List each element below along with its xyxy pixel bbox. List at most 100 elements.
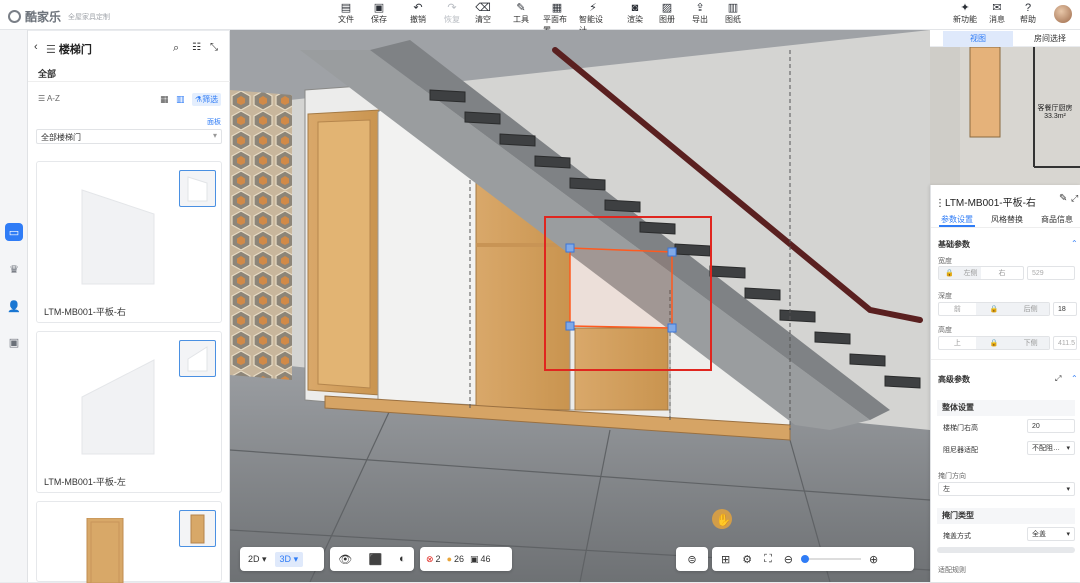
chevron-up-icon[interactable]: ⌃ (1071, 239, 1078, 248)
resize-handle[interactable] (667, 323, 677, 333)
grid-view-icon[interactable]: ▦ (160, 94, 169, 105)
height-bottom-option[interactable]: 🔒 下侧 (975, 337, 1049, 349)
toolbar-label: 图纸 (725, 15, 741, 24)
render-button[interactable]: ◙ 渲染 (621, 3, 649, 25)
cube-icon[interactable]: ⬛ (369, 553, 383, 566)
drawing-button[interactable]: ▥ 图纸 (719, 3, 747, 25)
zoom-out-icon[interactable]: ⊖ (784, 553, 793, 566)
toggle-icon[interactable]: ⊜ (687, 553, 696, 566)
mode-2d-button[interactable]: 2D ▾ (248, 554, 267, 565)
filter-list-icon[interactable]: ☷ (192, 42, 201, 53)
chevron-down-icon: ▾ (212, 131, 217, 140)
expand-icon[interactable]: ⤢ (1071, 193, 1078, 204)
error-icon[interactable]: ⊗ (426, 554, 434, 565)
toolbar-label: 渲染 (627, 15, 643, 24)
add-view-icon[interactable]: ⊞ (721, 553, 730, 566)
export-button[interactable]: ⇪ 导出 (686, 3, 714, 25)
category-all[interactable]: 全部 (38, 67, 56, 80)
width-label: 宽度 (938, 258, 952, 265)
item-thumb[interactable] (179, 340, 216, 377)
chevron-up-icon[interactable]: ⌃ (1071, 374, 1078, 383)
panel-tag[interactable]: 面板 (207, 117, 221, 127)
properties-title-text: LTM-MB001-平板-右 (945, 198, 1036, 209)
sort-button[interactable]: ☰ A-Z (38, 94, 60, 103)
tab-style[interactable]: 风格替换 (991, 214, 1023, 225)
minimap[interactable]: 客餐厅厨房 33.3m² (930, 47, 1080, 185)
expand-params-icon[interactable]: ⤢ (1055, 374, 1061, 384)
depth-segment[interactable]: 前 🔒 后侧 (938, 302, 1050, 316)
height-label: 高度 (938, 327, 952, 334)
list-item[interactable]: LTM-MB001-平板-右 (36, 161, 222, 323)
mode-3d-button[interactable]: 3D ▾ (274, 551, 304, 567)
scene-canvas[interactable]: ✋ (230, 30, 930, 582)
rail-cabinet-icon[interactable]: ▭ (5, 223, 23, 241)
depth-back-option[interactable]: 🔒 后侧 (975, 303, 1049, 315)
tab-room-select[interactable]: 房间选择 (1020, 31, 1080, 47)
cover-mode-select[interactable]: 全盖 ▾ (1027, 527, 1075, 541)
undo-button[interactable]: ↶ 撤销 (404, 3, 432, 25)
save-button[interactable]: ▣ 保存 (365, 3, 393, 25)
resize-handle[interactable] (667, 247, 677, 257)
tab-view[interactable]: 视图 (943, 31, 1013, 47)
zoom-in-icon[interactable]: ⊕ (869, 553, 878, 566)
rail-user-icon[interactable]: 👤 (5, 297, 23, 315)
status-bar: ⊗ 2 ● 26 ▣ 46 (420, 547, 512, 571)
rail-crown-icon[interactable]: ♛ (5, 260, 23, 278)
resize-handle[interactable] (565, 321, 575, 331)
avatar[interactable] (1054, 5, 1072, 23)
overall-settings-heading: 整体设置 (937, 400, 1075, 416)
album-button[interactable]: ▨ 图册 (653, 3, 681, 25)
help-button[interactable]: ? 帮助 (1014, 3, 1042, 25)
new-feature-button[interactable]: ✦ 新功能 (951, 3, 979, 25)
catalog-panel: ‹ ☰ 楼梯门 ⌕ ☷ ⤡ 全部 ☰ A-Z ▦ ▥ ⚗筛选 面板 全部楼梯门 … (28, 31, 230, 583)
list-view-icon[interactable]: ▥ (176, 94, 185, 105)
stair-match-select[interactable]: 不配阻… ▾ (1027, 441, 1075, 455)
list-count-icon[interactable]: ▣ (470, 554, 479, 565)
depth-input[interactable]: 18 (1053, 302, 1077, 316)
collapse-icon[interactable]: ⤡ (210, 42, 218, 53)
back-icon[interactable]: ‹ (34, 41, 38, 53)
width-segment[interactable]: 🔒 左侧 右 (938, 266, 1024, 280)
rail-bus-icon[interactable]: ▣ (5, 333, 23, 351)
toolbar-label: 文件 (338, 15, 354, 24)
width-input[interactable]: 529 (1027, 266, 1075, 280)
cover-mode-value: 全盖 (1032, 531, 1046, 538)
zoom-thumb[interactable] (801, 555, 810, 563)
list-item[interactable]: LTM-MB001-平板-左 (36, 331, 222, 493)
warning-icon[interactable]: ● (447, 554, 452, 564)
category-dropdown[interactable]: 全部楼梯门 ▾ (36, 129, 222, 144)
search-icon[interactable]: ⌕ (173, 42, 179, 55)
message-button[interactable]: ✉ 消息 (983, 3, 1011, 25)
message-icon: ✉ (992, 2, 1002, 14)
resize-handle[interactable] (565, 243, 575, 253)
eye-icon[interactable]: 👁 (338, 553, 352, 566)
depth-front-option[interactable]: 前 (939, 303, 976, 315)
height-top-option[interactable]: 上 (939, 337, 976, 349)
3d-viewport[interactable]: ✋ (230, 30, 930, 582)
edit-icon[interactable]: ✎ (1059, 193, 1067, 204)
door-right-height-input[interactable]: 20 (1027, 419, 1075, 433)
item-thumb[interactable] (179, 170, 216, 207)
zoom-slider[interactable] (801, 555, 862, 563)
tab-params[interactable]: 参数设置 (941, 214, 973, 225)
file-button[interactable]: ▤ 文件 (332, 3, 360, 25)
list-item[interactable] (36, 501, 222, 583)
tool-button[interactable]: ✎ 工具 (507, 3, 535, 25)
scrollbar[interactable] (937, 547, 1075, 553)
clear-button[interactable]: ⌫ 清空 (469, 3, 497, 25)
fit-view-icon[interactable]: ⛶ (764, 553, 772, 566)
tab-goods[interactable]: 商品信息 (1041, 214, 1073, 225)
redo-button[interactable]: ↷ 恢复 (438, 3, 466, 25)
zoom-bar: ⊞ ⚙ ⛶ ⊖ ⊕ (712, 547, 914, 571)
height-segment[interactable]: 上 🔒 下侧 (938, 336, 1050, 350)
filter-button[interactable]: ⚗筛选 (192, 93, 222, 106)
width-left-option[interactable]: 🔒 左侧 (939, 267, 981, 279)
toolbar-label: 撤销 (410, 15, 426, 24)
item-thumb[interactable] (179, 510, 216, 547)
width-right-option[interactable]: 右 (981, 267, 1023, 279)
open-direction-select[interactable]: 左 ▾ (938, 482, 1075, 496)
height-input[interactable]: 411.5 (1053, 336, 1077, 350)
app-logo[interactable]: 酷家乐 全屋家具定制 (8, 8, 110, 25)
camera-settings-icon[interactable]: ⚙ (742, 553, 752, 566)
material-icon[interactable]: ◐ (399, 553, 406, 565)
